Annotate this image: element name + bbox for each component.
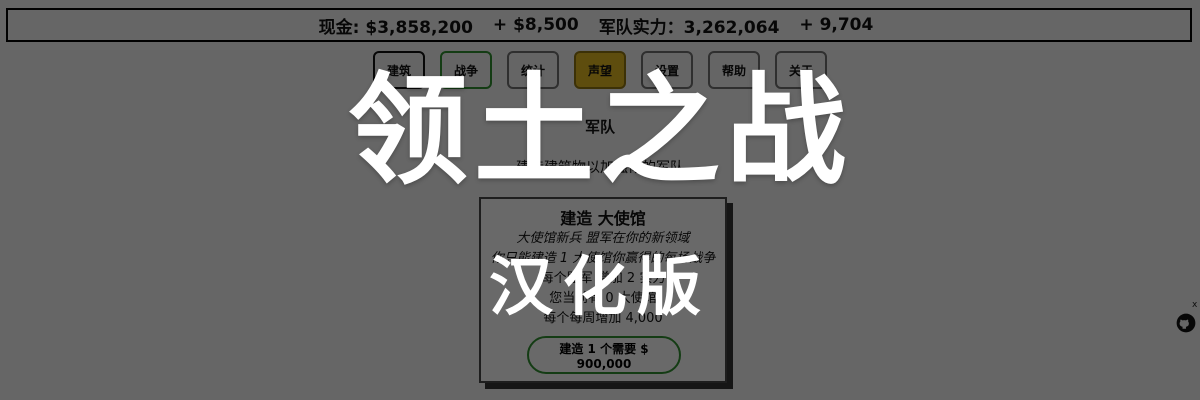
game-page: 现金: $3,858,200 + $8,500 军队实力：3,262,064 +… bbox=[0, 0, 1200, 400]
build-embassy-button[interactable]: 建造 1 个需要 $ 900,000 bbox=[527, 336, 681, 374]
cash-delta: + $8,500 bbox=[492, 15, 579, 35]
resource-bar: 现金: $3,858,200 + $8,500 军队实力：3,262,064 +… bbox=[6, 8, 1192, 42]
power-label: 军队实力：3,262,064 bbox=[598, 17, 780, 38]
card-flavor-text: 大使馆新兵 盟军在你的新领域 bbox=[516, 231, 690, 246]
power-delta: + 9,704 bbox=[799, 15, 874, 35]
banner-title: 领土之战 bbox=[348, 62, 852, 201]
card-title: 建造 大使馆 bbox=[560, 209, 646, 228]
banner-subtitle: 汉化版 bbox=[489, 251, 711, 325]
cash-label: 现金: $3,858,200 bbox=[318, 17, 473, 38]
